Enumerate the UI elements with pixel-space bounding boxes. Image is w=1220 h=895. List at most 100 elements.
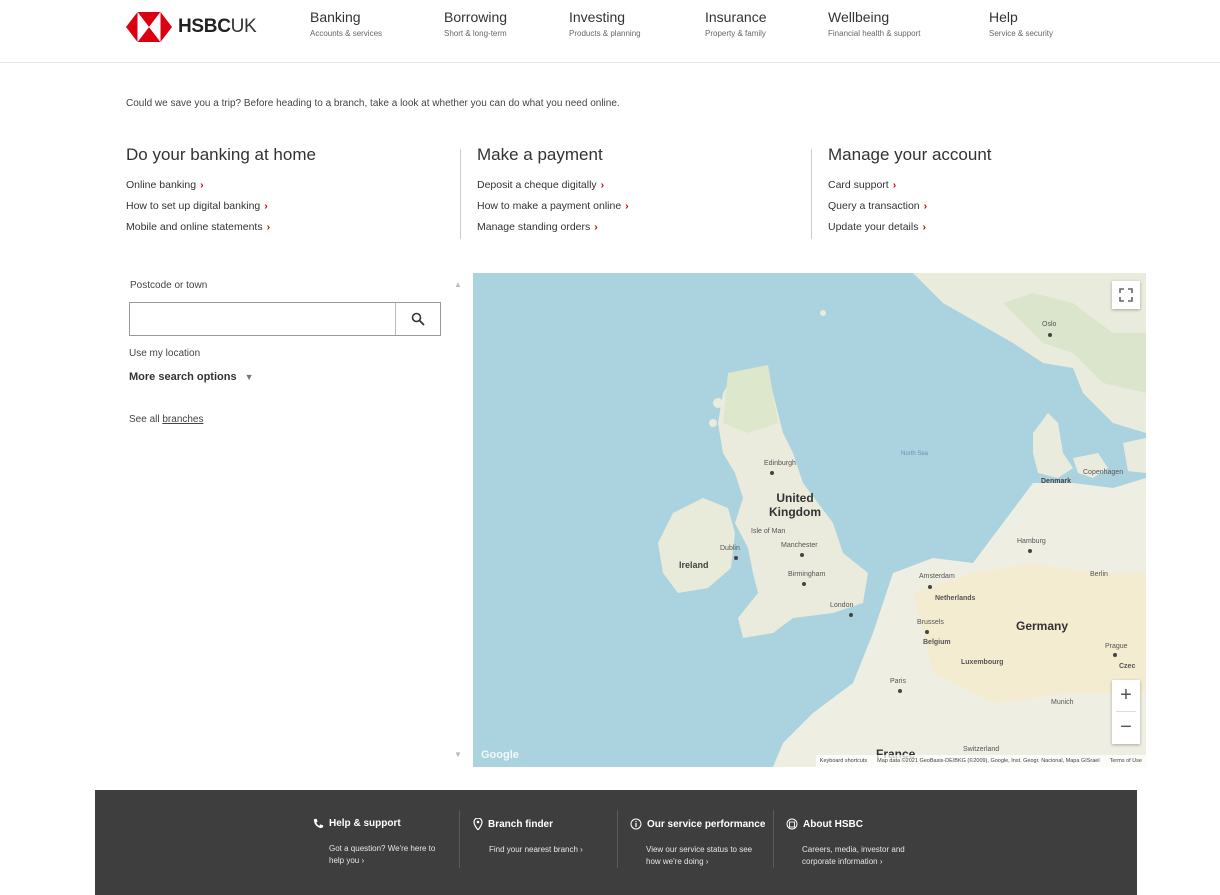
chevron-right-icon: › bbox=[594, 221, 598, 233]
footer-service-performance[interactable]: Our service performance View our service… bbox=[630, 818, 765, 868]
column-heading: Manage your account bbox=[828, 145, 992, 164]
link-statements[interactable]: Mobile and online statements › bbox=[126, 217, 456, 238]
results-scrollbar[interactable]: ▲ ▼ bbox=[452, 280, 464, 760]
nav-insurance[interactable]: Insurance Property & family bbox=[705, 8, 766, 40]
map-label-luxembourg: Luxembourg bbox=[961, 659, 1004, 666]
city-marker bbox=[928, 585, 932, 589]
postcode-search-box bbox=[129, 302, 441, 336]
make-payment-column: Make a payment Deposit a cheque digitall… bbox=[477, 145, 807, 238]
link-setup-digital-banking[interactable]: How to set up digital banking › bbox=[126, 196, 456, 217]
nav-subtitle: Service & security bbox=[989, 29, 1054, 38]
use-my-location-link[interactable]: Use my location bbox=[129, 348, 200, 359]
chevron-right-icon: › bbox=[625, 200, 629, 212]
link-standing-orders[interactable]: Manage standing orders › bbox=[477, 217, 807, 238]
chevron-right-icon: › bbox=[923, 200, 928, 212]
map-label-london: London bbox=[830, 602, 854, 609]
nav-title: Insurance bbox=[705, 9, 767, 25]
nav-subtitle: Products & planning bbox=[569, 29, 641, 38]
branch-map[interactable]: United Kingdom Ireland Dublin Isle of Man… bbox=[473, 273, 1146, 767]
site-footer: Help & support Got a question? We're her… bbox=[95, 790, 1137, 895]
more-search-options-toggle[interactable]: More search options ▼ bbox=[129, 371, 254, 383]
nav-title: Help bbox=[989, 9, 1018, 25]
scroll-down-icon[interactable]: ▼ bbox=[452, 750, 464, 760]
fullscreen-button[interactable] bbox=[1112, 281, 1140, 309]
nav-subtitle: Financial health & support bbox=[828, 29, 921, 38]
location-pin-icon bbox=[473, 818, 483, 830]
postcode-input[interactable] bbox=[130, 303, 396, 335]
footer-title: Branch finder bbox=[488, 818, 554, 830]
nav-subtitle: Accounts & services bbox=[310, 29, 383, 38]
link-deposit-cheque[interactable]: Deposit a cheque digitally › bbox=[477, 175, 807, 196]
map-label-oslo: Oslo bbox=[1042, 321, 1057, 328]
city-marker bbox=[802, 582, 806, 586]
link-make-payment-online[interactable]: How to make a payment online › bbox=[477, 196, 807, 217]
brand-suffix: UK bbox=[230, 16, 257, 37]
chevron-right-icon: › bbox=[200, 179, 204, 191]
nav-title: Wellbeing bbox=[828, 9, 890, 25]
map-label-ireland: Ireland bbox=[679, 560, 709, 570]
hsbc-logo[interactable]: HSBCUK bbox=[126, 10, 276, 44]
nav-banking[interactable]: Banking Accounts & services bbox=[310, 8, 382, 40]
info-icon bbox=[630, 818, 642, 830]
map-label-paris: Paris bbox=[890, 678, 906, 685]
chevron-right-icon: › bbox=[264, 200, 268, 212]
footer-title: About HSBC bbox=[803, 818, 863, 830]
footer-text: Find your nearest branch › bbox=[489, 845, 583, 854]
map-label-germany: Germany bbox=[1016, 619, 1069, 633]
search-button[interactable] bbox=[395, 303, 440, 335]
footer-about-hsbc[interactable]: About HSBC Careers, media, investor and … bbox=[786, 818, 912, 868]
brand-name: HSBC bbox=[178, 16, 231, 37]
city-marker bbox=[925, 630, 929, 634]
zoom-controls: + − bbox=[1112, 680, 1140, 744]
link-card-support[interactable]: Card support › bbox=[828, 175, 1158, 196]
nav-title: Investing bbox=[569, 9, 626, 25]
city-marker bbox=[800, 553, 804, 557]
nav-subtitle: Short & long-term bbox=[444, 29, 507, 38]
footer-help-support[interactable]: Help & support Got a question? We're her… bbox=[313, 818, 439, 867]
link-update-details[interactable]: Update your details › bbox=[828, 217, 1158, 238]
map-label-brussels: Brussels bbox=[917, 619, 944, 626]
map-label-north-sea: North Sea bbox=[901, 451, 929, 457]
city-marker bbox=[898, 689, 902, 693]
building-icon bbox=[786, 818, 798, 830]
map-data-credit: Map data ©2021 GeoBasis-DE/BKG (©2009), … bbox=[877, 758, 1100, 764]
intro-text: Could we save you a trip? Before heading… bbox=[126, 98, 620, 109]
nav-wellbeing[interactable]: Wellbeing Financial health & support bbox=[828, 8, 921, 40]
chevron-right-icon: › bbox=[266, 221, 271, 233]
keyboard-shortcuts-link[interactable]: Keyboard shortcuts bbox=[820, 758, 867, 764]
map-label-amsterdam: Amsterdam bbox=[919, 573, 955, 580]
footer-text: View our service status to see how we're… bbox=[646, 845, 753, 866]
map-label-czech: Czec bbox=[1119, 663, 1136, 670]
site-header: HSBCUK Banking Accounts & services Borro… bbox=[0, 0, 1220, 63]
chevron-right-icon: › bbox=[922, 221, 926, 233]
see-all-branches: See all branches bbox=[129, 414, 204, 425]
zoom-in-button[interactable]: + bbox=[1112, 680, 1140, 711]
map-label-isle-of-man: Isle of Man bbox=[751, 528, 786, 535]
map-label-denmark: Denmark bbox=[1041, 478, 1071, 485]
link-query-transaction[interactable]: Query a transaction › bbox=[828, 196, 1158, 217]
footer-title: Our service performance bbox=[647, 818, 766, 830]
nav-investing[interactable]: Investing Products & planning bbox=[569, 8, 641, 40]
link-online-banking[interactable]: Online banking › bbox=[126, 175, 456, 196]
map-label-netherlands: Netherlands bbox=[935, 595, 976, 602]
footer-branch-finder[interactable]: Branch finder Find your nearest branch › bbox=[473, 818, 599, 856]
scroll-up-icon[interactable]: ▲ bbox=[452, 280, 464, 290]
nav-borrowing[interactable]: Borrowing Short & long-term bbox=[444, 8, 507, 40]
terms-of-use-link[interactable]: Terms of Use bbox=[1110, 758, 1142, 764]
branches-link[interactable]: branches bbox=[162, 414, 203, 425]
google-logo[interactable]: Google bbox=[481, 749, 519, 761]
city-marker bbox=[1113, 653, 1117, 657]
footer-divider bbox=[617, 810, 618, 868]
nav-help[interactable]: Help Service & security bbox=[989, 8, 1053, 40]
more-options-label: More search options bbox=[129, 371, 237, 383]
map-label-edinburgh: Edinburgh bbox=[764, 460, 796, 467]
map-label-prague: Prague bbox=[1105, 643, 1128, 650]
manage-account-column: Manage your account Card support › Query … bbox=[828, 145, 1158, 238]
city-marker bbox=[1028, 549, 1032, 553]
phone-icon bbox=[313, 818, 324, 829]
footer-text: Got a question? We're here to help you › bbox=[329, 844, 436, 865]
zoom-out-button[interactable]: − bbox=[1112, 712, 1140, 743]
nav-title: Banking bbox=[310, 9, 361, 25]
map-label-uk: United Kingdom bbox=[769, 491, 821, 519]
footer-divider bbox=[459, 810, 460, 868]
